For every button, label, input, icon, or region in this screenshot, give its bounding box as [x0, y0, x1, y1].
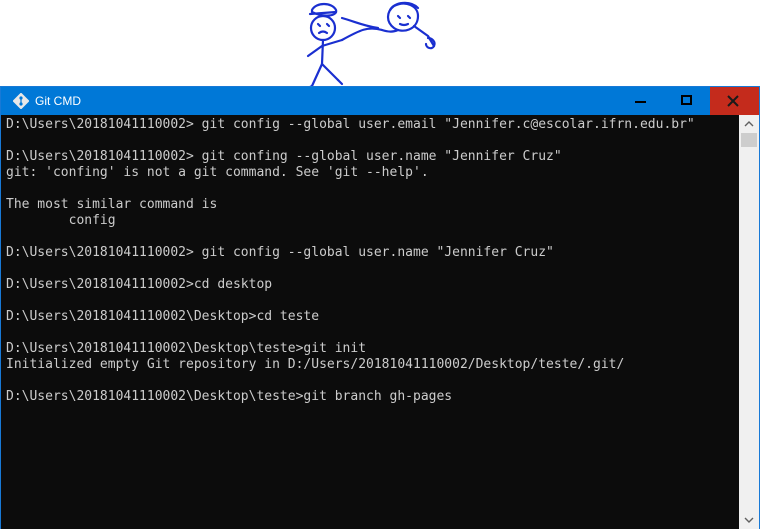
vertical-scrollbar[interactable] [739, 115, 759, 529]
close-icon [727, 95, 739, 107]
console-line: D:\Users\20181041110002>cd desktop [6, 277, 273, 292]
console-text: D:\Users\20181041110002> git config --gl… [1, 115, 739, 405]
console-line: D:\Users\20181041110002> git confing --g… [6, 149, 562, 164]
console-line: config [6, 213, 116, 228]
console-line: D:\Users\20181041110002\Desktop\teste>gi… [6, 341, 367, 356]
stick-figure-doodle [306, 1, 436, 90]
console-line: D:\Users\20181041110002> git config --gl… [6, 117, 695, 132]
window-title: Git CMD [35, 94, 81, 108]
console-line: D:\Users\20181041110002\Desktop\teste>gi… [6, 389, 453, 404]
scrollbar-thumb[interactable] [741, 133, 757, 147]
console-output[interactable]: D:\Users\20181041110002> git config --gl… [1, 115, 739, 529]
console-line: The most similar command is [6, 197, 218, 212]
title-bar[interactable]: Git CMD [1, 87, 759, 115]
console-line: D:\Users\20181041110002\Desktop>cd teste [6, 309, 320, 324]
screenshot-stage: Git CMD D:\Users\20181041110002> git con… [0, 0, 760, 529]
console-line: D:\Users\20181041110002> git config --gl… [6, 245, 554, 260]
git-cmd-window: Git CMD D:\Users\20181041110002> git con… [0, 86, 760, 529]
minimize-icon [635, 101, 646, 103]
close-button[interactable] [710, 87, 759, 115]
minimize-button[interactable] [618, 87, 664, 115]
maximize-icon [681, 95, 692, 105]
console-line: Initialized empty Git repository in D:/U… [6, 357, 625, 372]
git-icon [13, 93, 29, 109]
console-line: git: 'confing' is not a git command. See… [6, 165, 429, 180]
scroll-down-arrow-icon[interactable] [739, 512, 759, 529]
maximize-button[interactable] [664, 87, 710, 115]
scroll-up-arrow-icon[interactable] [739, 115, 759, 132]
